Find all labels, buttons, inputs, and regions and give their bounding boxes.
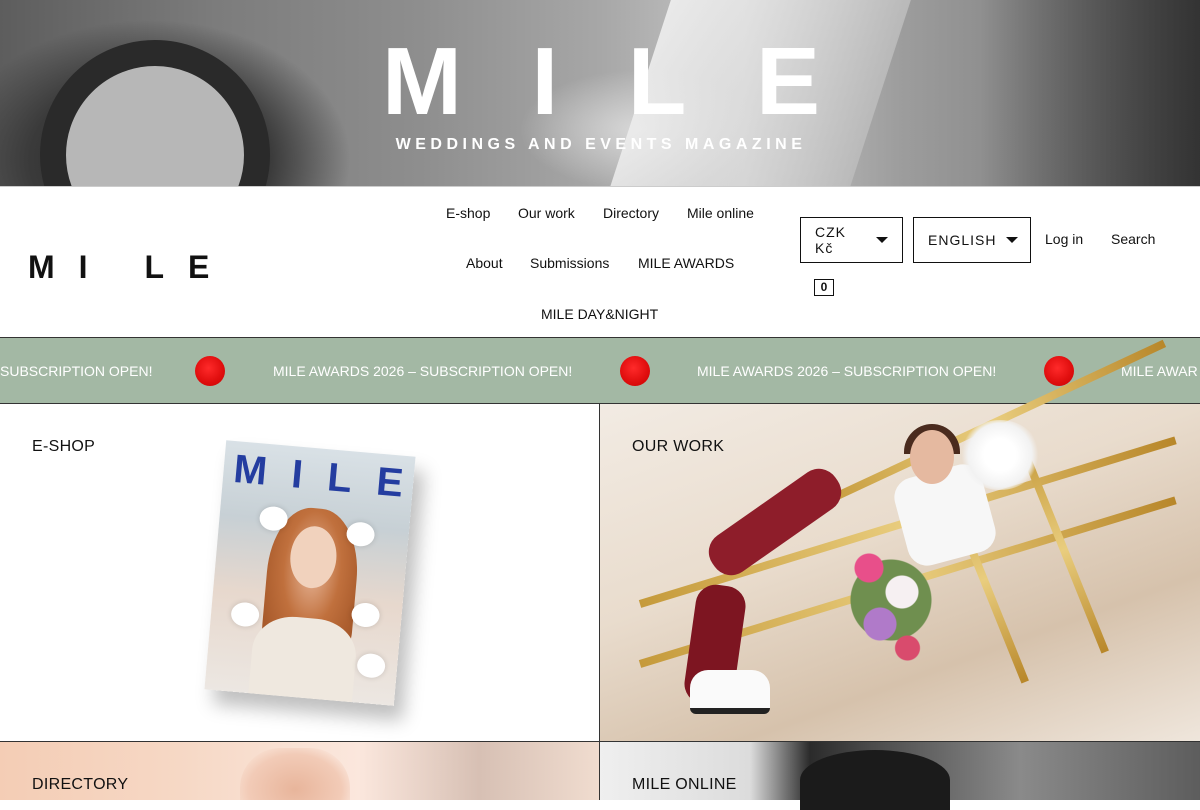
caret-down-icon [876, 237, 888, 243]
hero-logo-letter: I [531, 28, 559, 135]
ticker-item: SUBSCRIPTION OPEN! [0, 363, 153, 379]
orchid-flower [350, 601, 381, 629]
magazine-title-letter: I [289, 452, 305, 497]
feather-boa [960, 420, 1040, 490]
hero-logo-letter: L [627, 28, 687, 135]
ticker-item: MILE AWARDS 2026 – SUBSCRIPTION OPEN! [273, 363, 573, 379]
magazine-title-letter: M [231, 447, 269, 494]
nav-our-work[interactable]: Our work [518, 205, 575, 221]
tile-directory-label: DIRECTORY [32, 776, 129, 793]
announcement-ticker[interactable]: SUBSCRIPTION OPEN! MILE AWARDS 2026 – SU… [0, 338, 1200, 404]
hand-image [240, 748, 350, 800]
red-dot-icon [1044, 356, 1074, 386]
hero-logo-letter: M [382, 28, 462, 135]
hero-logo-wordmark: M I L E [378, 28, 824, 135]
hero-logo[interactable]: M I L E WEDDINGS AND EVENTS MAGAZINE [378, 28, 824, 154]
white-loafer [690, 670, 770, 714]
ticker-item: MILE AWAR [1121, 363, 1198, 379]
nav-submissions[interactable]: Submissions [530, 255, 609, 271]
flower-bouquet [836, 520, 946, 680]
tile-mile-online-label: MILE ONLINE [632, 776, 737, 793]
tile-our-work-label: OUR WORK [632, 438, 725, 455]
nav-eshop[interactable]: E-shop [446, 205, 490, 221]
hero-logo-letter: E [755, 28, 820, 135]
caret-down-icon [1006, 237, 1019, 243]
hero-tagline: WEDDINGS AND EVENTS MAGAZINE [395, 136, 807, 153]
magazine-title: M I L E [232, 447, 405, 507]
cart-count-badge[interactable]: 0 [814, 279, 834, 296]
language-select[interactable]: ENGLISH [913, 217, 1031, 263]
red-dot-icon [620, 356, 650, 386]
magazine-title-letter: E [374, 459, 406, 506]
orchid-flower [230, 601, 261, 628]
magazine-title-letter: L [325, 455, 354, 502]
nav-mile-awards[interactable]: MILE AWARDS [638, 255, 734, 271]
language-value: ENGLISH [928, 232, 997, 248]
nav-mile-day-night[interactable]: MILE DAY&NIGHT [541, 306, 658, 322]
model-face [910, 430, 954, 484]
hero-shadow [980, 0, 1200, 186]
person-head-image [800, 750, 950, 810]
magazine-cover-image[interactable]: M I L E [204, 440, 416, 706]
hero-car-wheel [40, 40, 270, 186]
currency-select[interactable]: CZK Kč [800, 217, 903, 263]
nav-directory[interactable]: Directory [603, 205, 659, 221]
search-link[interactable]: Search [1111, 231, 1155, 247]
nav-about[interactable]: About [466, 255, 503, 271]
site-header: MI LE E-shop Our work Directory Mile onl… [0, 186, 1200, 338]
site-logo[interactable]: MI LE [28, 249, 233, 286]
hero-banner: M I L E WEDDINGS AND EVENTS MAGAZINE [0, 0, 1200, 186]
tile-eshop-label: E-SHOP [32, 438, 96, 455]
orchid-flower [356, 652, 387, 679]
currency-value: CZK Kč [815, 224, 846, 256]
login-link[interactable]: Log in [1045, 231, 1083, 247]
nav-mile-online[interactable]: Mile online [687, 205, 754, 221]
red-dot-icon [195, 356, 225, 386]
ticker-item: MILE AWARDS 2026 – SUBSCRIPTION OPEN! [697, 363, 997, 379]
